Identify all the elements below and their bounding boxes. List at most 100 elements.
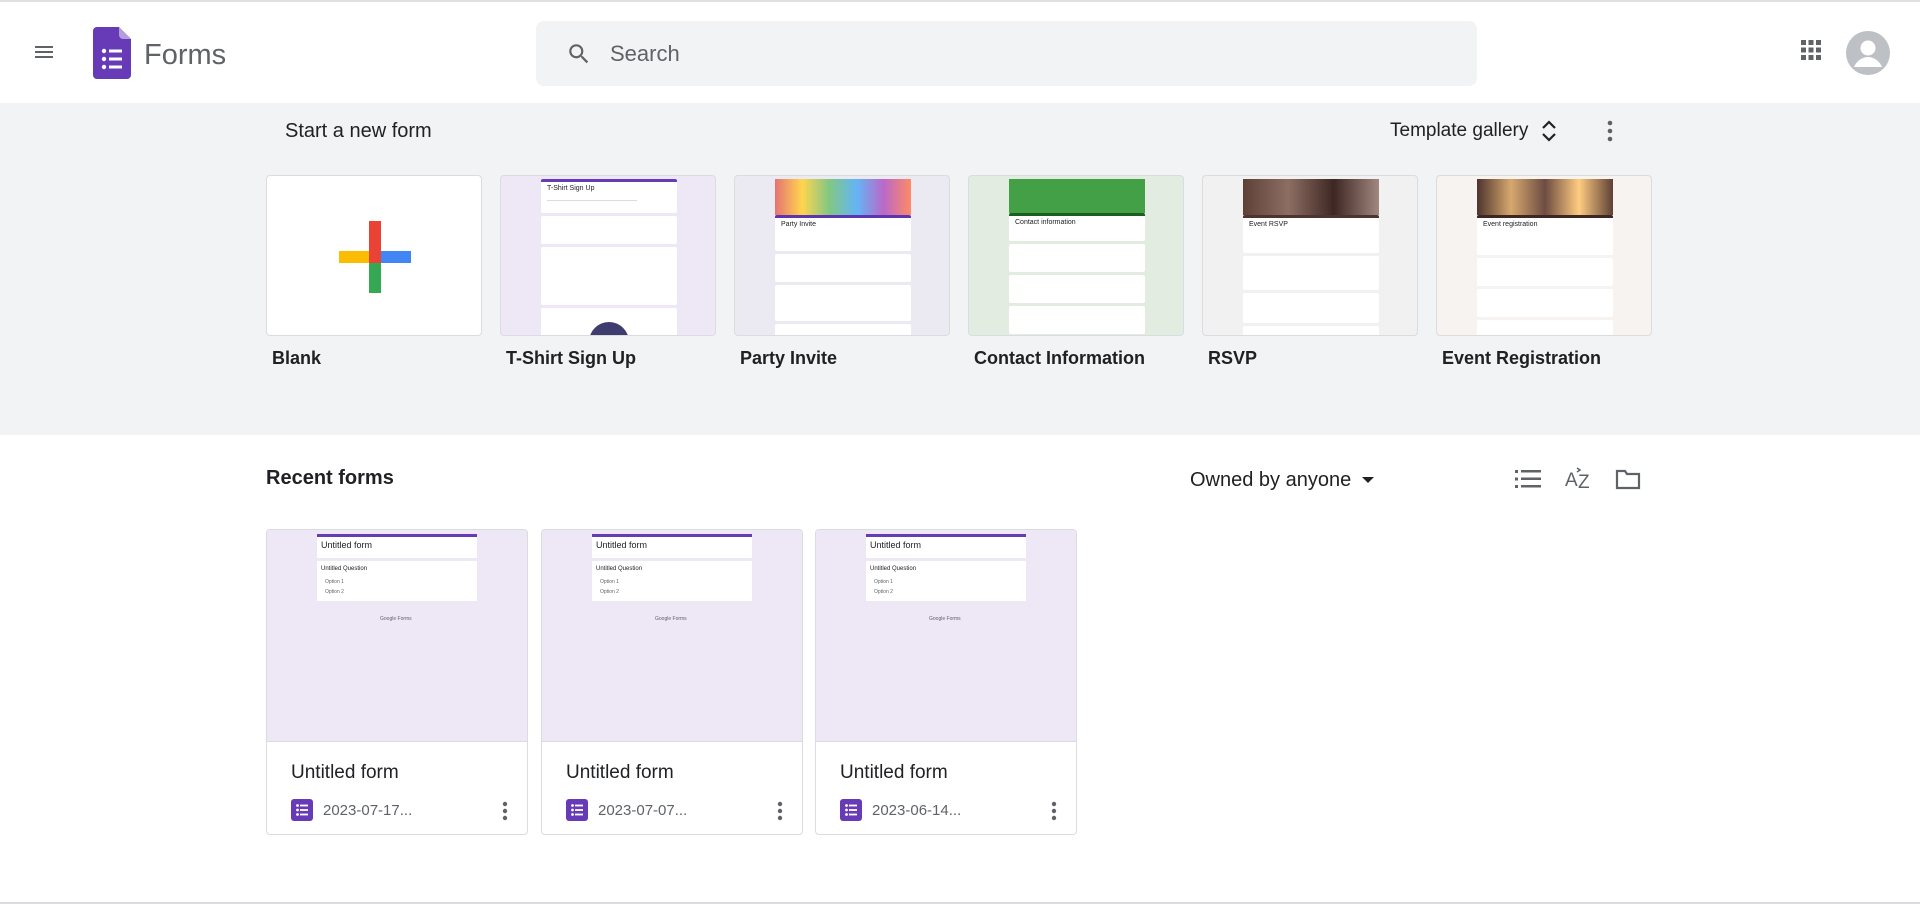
account-icon <box>1854 40 1882 67</box>
preview-header-card: Event RSVP <box>1243 215 1379 253</box>
preview-card <box>1243 293 1379 323</box>
dropdown-arrow-icon <box>1362 477 1375 483</box>
preview-question: Untitled Question <box>596 566 643 572</box>
search-icon[interactable] <box>566 41 592 72</box>
template-rsvp[interactable]: Event RSVP RSVP <box>1202 175 1418 369</box>
preview-footer: Google Forms <box>655 616 687 622</box>
preview-option: Option 2 <box>600 589 619 595</box>
form-preview: Untitled form Untitled Question Option 1… <box>267 530 527 742</box>
recent-form-card[interactable]: Untitled form Untitled Question Option 1… <box>541 529 803 835</box>
hamburger-menu-icon <box>35 46 53 58</box>
preview-question: Untitled Question <box>870 566 917 572</box>
preview-header-card: Untitled form <box>866 534 1026 558</box>
account-avatar[interactable] <box>1846 31 1890 75</box>
preview-title: Event RSVP <box>1249 221 1288 228</box>
preview-card <box>1009 306 1145 334</box>
forms-logo[interactable] <box>93 27 131 84</box>
template-thumbnail[interactable] <box>266 175 482 336</box>
recent-forms-title: Recent forms <box>266 467 394 489</box>
owner-filter-label: Owned by anyone <box>1190 468 1352 491</box>
preview-card <box>775 285 911 321</box>
template-name: Party Invite <box>740 348 838 368</box>
template-tshirt-signup[interactable]: T-Shirt Sign Up T-Shirt Sign Up <box>500 175 716 369</box>
preview-card <box>1477 289 1613 317</box>
forms-icon <box>840 799 862 821</box>
svg-text:A: A <box>1565 470 1578 491</box>
preview-card <box>1477 320 1613 335</box>
preview-header-card: Party Invite <box>775 215 911 251</box>
template-party-invite[interactable]: Party Invite Party Invite <box>734 175 950 369</box>
template-name: Blank <box>272 348 322 368</box>
form-more-button[interactable] <box>770 796 790 826</box>
form-date: 2023-07-07... <box>598 802 688 819</box>
more-vert-icon <box>502 801 508 821</box>
form-title: Untitled form <box>840 762 948 783</box>
preview-card <box>541 216 677 244</box>
template-blank[interactable]: Blank <box>266 175 482 369</box>
preview-title: T-Shirt Sign Up <box>547 185 595 192</box>
preview-card <box>1009 244 1145 272</box>
app-name[interactable]: Forms <box>144 39 226 72</box>
preview-question: Untitled Question <box>321 566 368 572</box>
recent-form-card[interactable]: Untitled form Untitled Question Option 1… <box>815 529 1077 835</box>
sort-az-icon: A Z <box>1565 467 1590 492</box>
list-view-button[interactable] <box>1512 463 1544 495</box>
list-view-icon <box>1515 470 1541 488</box>
recent-form-card[interactable]: Untitled form Untitled Question Option 1… <box>266 529 528 835</box>
preview-card <box>541 308 677 335</box>
template-thumbnail[interactable]: T-Shirt Sign Up <box>500 175 716 336</box>
preview-option: Option 1 <box>600 579 619 585</box>
preview-card <box>1243 326 1379 335</box>
form-more-button[interactable] <box>495 796 515 826</box>
template-thumbnail[interactable]: Contact information <box>968 175 1184 336</box>
apps-grid-icon <box>1801 40 1821 60</box>
preview-header-card: Untitled form <box>592 534 752 558</box>
preview-option: Option 1 <box>874 579 893 585</box>
template-event-registration[interactable]: Event registration Event Registration <box>1436 175 1652 369</box>
template-thumbnail[interactable]: Event registration <box>1436 175 1652 336</box>
more-vert-icon <box>777 801 783 821</box>
svg-text:Z: Z <box>1578 472 1590 492</box>
start-new-form-section: Start a new form Template gallery Blank … <box>0 103 1920 435</box>
preview-header-card: Untitled form <box>317 534 477 558</box>
template-contact-information[interactable]: Contact information Contact Information <box>968 175 1184 369</box>
preview-title: Untitled form <box>321 540 373 550</box>
preview-card <box>541 247 677 305</box>
search-bar <box>536 21 1477 86</box>
preview-header-card: Event registration <box>1477 215 1613 255</box>
templates-more-button[interactable] <box>1598 113 1622 149</box>
sort-button[interactable]: A Z <box>1563 463 1595 495</box>
event-banner-image <box>1243 179 1379 215</box>
template-thumbnail[interactable]: Party Invite <box>734 175 950 336</box>
green-banner-image <box>1009 179 1145 213</box>
template-gallery-label: Template gallery <box>1390 120 1529 141</box>
forms-icon <box>566 799 588 821</box>
preview-card <box>1243 256 1379 290</box>
google-apps-button[interactable] <box>1795 34 1827 66</box>
preview-footer: Google Forms <box>380 616 412 622</box>
preview-card <box>1009 275 1145 303</box>
preview-option: Option 2 <box>874 589 893 595</box>
main-menu-button[interactable] <box>24 32 64 72</box>
template-name: Contact Information <box>974 348 1145 368</box>
preview-title: Contact information <box>1015 219 1076 226</box>
form-preview: Untitled form Untitled Question Option 1… <box>816 530 1076 742</box>
venue-banner-image <box>1477 179 1613 215</box>
preview-card <box>775 324 911 335</box>
template-name: T-Shirt Sign Up <box>506 348 636 368</box>
preview-title: Untitled form <box>596 540 648 550</box>
preview-option: Option 1 <box>325 579 344 585</box>
preview-question-card: Untitled Question Option 1 Option 2 <box>592 561 752 601</box>
search-input[interactable] <box>608 21 1448 86</box>
preview-title: Untitled form <box>870 540 922 550</box>
tshirt-image <box>589 322 629 335</box>
template-gallery-button[interactable]: Template gallery <box>1390 113 1558 149</box>
owner-filter-dropdown[interactable]: Owned by anyone <box>1190 464 1375 496</box>
plus-multicolor-icon <box>339 221 411 293</box>
preview-card <box>775 254 911 282</box>
balloons-banner-image <box>775 179 911 215</box>
open-file-picker-button[interactable] <box>1612 463 1644 495</box>
form-date: 2023-06-14... <box>872 802 962 819</box>
form-more-button[interactable] <box>1044 796 1064 826</box>
template-thumbnail[interactable]: Event RSVP <box>1202 175 1418 336</box>
